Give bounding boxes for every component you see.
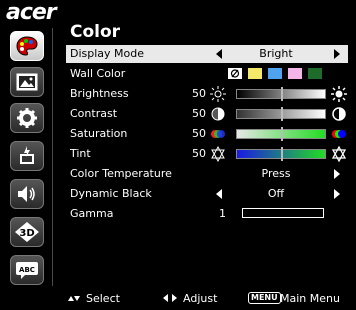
contrast-low-icon	[211, 107, 225, 121]
sidebar-power[interactable]	[10, 141, 44, 171]
arrow-left-icon[interactable]	[216, 189, 222, 199]
brightness-slider[interactable]	[236, 87, 326, 101]
contrast-label: Contrast	[70, 107, 118, 120]
sun-bright-icon	[331, 86, 347, 102]
footer-hints: Select Adjust MENU Main Menu	[0, 286, 356, 310]
sidebar: 3D ABC	[0, 28, 53, 286]
acer-logo: acer	[6, 0, 57, 25]
slider-thumb[interactable]	[281, 127, 283, 141]
arrow-right-icon[interactable]	[334, 49, 340, 59]
wall-color-swatch[interactable]	[268, 68, 282, 79]
wall-color-label: Wall Color	[70, 67, 126, 80]
gamma-row[interactable]: Gamma 1	[66, 205, 348, 223]
gamma-label: Gamma	[70, 207, 114, 220]
wall-color-swatch[interactable]	[288, 68, 302, 79]
contrast-row[interactable]: Contrast 50	[66, 105, 348, 123]
wall-color-row[interactable]: Wall Color	[66, 65, 348, 83]
display-mode-label: Display Mode	[70, 47, 145, 60]
color-temperature-value: Press	[261, 167, 291, 180]
tint-label: Tint	[70, 147, 91, 160]
sidebar-color[interactable]	[10, 31, 44, 61]
color-temperature-label: Color Temperature	[70, 167, 172, 180]
sidebar-3d[interactable]: 3D	[10, 217, 44, 247]
slider-thumb[interactable]	[281, 107, 283, 121]
wall-color-off-icon[interactable]	[228, 68, 242, 79]
saturation-slider[interactable]	[236, 127, 326, 141]
saturation-row[interactable]: Saturation 50	[66, 125, 348, 143]
tint-star-icon	[331, 146, 347, 162]
wall-color-swatch[interactable]	[248, 68, 262, 79]
gamma-value: 1	[219, 207, 226, 220]
color-temperature-row[interactable]: Color Temperature Press	[66, 165, 348, 183]
speaker-icon	[18, 186, 35, 202]
saturation-low-icon	[211, 130, 225, 138]
left-right-arrow-icon	[163, 294, 177, 302]
footer-adjust: Adjust	[183, 292, 218, 305]
menu-key-badge: MENU	[248, 292, 281, 304]
contrast-high-icon	[332, 107, 346, 121]
brightness-row[interactable]: Brightness 50	[66, 85, 348, 103]
page-title: Color	[70, 22, 121, 42]
contrast-value: 50	[192, 107, 206, 120]
saturation-label: Saturation	[70, 127, 128, 140]
up-down-arrow-icon	[68, 296, 80, 301]
sidebar-settings[interactable]	[10, 103, 44, 133]
osd-panel: acer 3D ABC Color Display Mode Bright Wa…	[0, 0, 356, 310]
sun-dim-icon	[210, 86, 226, 102]
saturation-value: 50	[192, 127, 206, 140]
power-battery-icon	[20, 146, 34, 164]
contrast-slider[interactable]	[236, 107, 326, 121]
arrow-right-icon[interactable]	[334, 189, 340, 199]
tint-row[interactable]: Tint 50	[66, 145, 348, 163]
svg-text:ABC: ABC	[19, 266, 35, 274]
gamma-bar[interactable]	[242, 208, 324, 218]
dynamic-black-row[interactable]: Dynamic Black Off	[66, 185, 348, 203]
abc-subtitle-icon: ABC	[16, 262, 38, 279]
footer-main-menu: Main Menu	[280, 292, 340, 305]
footer-select: Select	[86, 292, 120, 305]
palette-icon	[16, 36, 38, 56]
sidebar-image[interactable]	[10, 67, 44, 97]
slider-thumb[interactable]	[281, 87, 283, 101]
tint-value: 50	[192, 147, 206, 160]
arrow-left-icon[interactable]	[216, 49, 222, 59]
display-mode-value: Bright	[259, 47, 293, 60]
brightness-value: 50	[192, 87, 206, 100]
arrow-right-icon[interactable]	[334, 169, 340, 179]
sidebar-subtitle[interactable]: ABC	[10, 255, 44, 285]
picture-icon	[16, 73, 38, 91]
dynamic-black-label: Dynamic Black	[70, 187, 152, 200]
display-mode-row[interactable]: Display Mode Bright	[66, 45, 348, 63]
saturation-high-icon	[332, 130, 346, 138]
3d-icon: 3D	[15, 222, 39, 242]
svg-text:3D: 3D	[19, 228, 34, 239]
tint-star-icon	[211, 146, 225, 162]
slider-thumb[interactable]	[281, 147, 283, 161]
brightness-label: Brightness	[70, 87, 129, 100]
tint-slider[interactable]	[236, 147, 326, 161]
dynamic-black-value: Off	[267, 187, 285, 200]
gear-icon	[17, 108, 37, 128]
sidebar-audio[interactable]	[10, 179, 44, 209]
wall-color-swatch[interactable]	[308, 68, 322, 79]
